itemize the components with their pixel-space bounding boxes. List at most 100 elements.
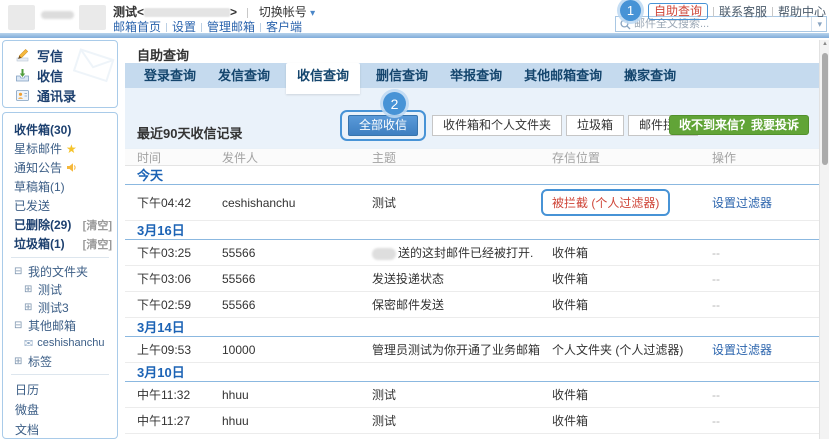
tree-collapse-icon[interactable]: ⊟ — [14, 320, 24, 331]
divider — [11, 257, 109, 258]
sidebar-folder-deleted[interactable]: 已删除(29) [清空] — [3, 215, 117, 234]
cell-time: 下午03:06 — [137, 270, 222, 287]
filter-inbox-personal-button[interactable]: 收件箱和个人文件夹 — [432, 115, 562, 136]
top-nav: 自助查询 联系客服 帮助中心 退出 — [648, 3, 829, 20]
tree-label: 我的文件夹 — [28, 263, 88, 280]
annotation-step-2: 2 — [383, 92, 406, 115]
tree-collapse-icon[interactable]: ⊟ — [14, 266, 24, 277]
cell-subject: 测试 — [372, 412, 552, 429]
sidebar-item-compose[interactable]: 写信 — [3, 45, 117, 65]
vertical-scrollbar[interactable]: ▲ — [819, 40, 829, 439]
cell-location: 个人文件夹 (个人过滤器) — [552, 341, 712, 358]
sidebar-tool-docs[interactable]: 文档 — [3, 419, 117, 439]
tree-label: ceshishanchu — [37, 337, 104, 349]
divider — [713, 7, 714, 17]
cell-sender: ceshishanchu — [222, 196, 372, 210]
sidebar-tree-my-folders[interactable]: ⊟ 我的文件夹 — [3, 262, 117, 280]
sidebar-folder-announcements[interactable]: 通知公告 — [3, 158, 117, 177]
sidebar-folder-starred[interactable]: 星标邮件 ★ — [3, 139, 117, 158]
link-settings[interactable]: 设置 — [172, 20, 196, 34]
sidebar-compose-panel: 写信 收信 通讯录 — [2, 40, 118, 108]
cell-subject: 送的这封邮件已经被打开. — [372, 244, 552, 261]
cell-subject: 测试 — [372, 386, 552, 403]
tree-expand-icon[interactable]: ⊞ — [14, 356, 24, 367]
tab-login-query[interactable]: 登录查询 — [133, 63, 207, 88]
switch-account-link[interactable]: 切换帐号 — [259, 5, 307, 19]
sidebar-tree-other-mailboxes[interactable]: ⊟ 其他邮箱 — [3, 316, 117, 334]
sidebar-tree-ceshishanchu[interactable]: ✉ ceshishanchu — [3, 334, 117, 352]
sidebar-folder-spam[interactable]: 垃圾箱(1) [清空] — [3, 234, 117, 253]
sidebar-folder-drafts[interactable]: 草稿箱(1) — [3, 177, 117, 196]
cell-location: 收件箱 — [552, 386, 712, 403]
contacts-icon — [15, 88, 30, 103]
divider — [260, 23, 261, 32]
cell-time: 下午03:25 — [137, 244, 222, 261]
account-name: 测试< — [113, 5, 144, 19]
tool-label: 日历 — [15, 381, 39, 398]
col-location: 存信位置 — [552, 149, 712, 166]
divider — [11, 374, 109, 375]
tab-other-mailbox-query[interactable]: 其他邮箱查询 — [513, 63, 613, 88]
page-title: 自助查询 — [137, 45, 189, 64]
link-mail-home[interactable]: 邮箱首页 — [113, 20, 161, 34]
tree-expand-icon[interactable]: ⊞ — [24, 284, 34, 295]
folder-label: 垃圾箱(1) — [14, 235, 65, 252]
sidebar-tree-test3[interactable]: ⊞ 测试3 — [3, 298, 117, 316]
nav-self-query-highlighted[interactable]: 自助查询 — [648, 3, 708, 20]
scroll-up-icon[interactable]: ▲ — [820, 41, 829, 47]
nav-help-center[interactable]: 帮助中心 — [778, 3, 826, 20]
pencil-icon — [15, 48, 30, 63]
empty-deleted-link[interactable]: [清空] — [83, 217, 112, 233]
table-row: 中午11:27 hhuu 测试 收件箱 -- — [125, 408, 819, 434]
tab-delete-query[interactable]: 删信查询 — [365, 63, 439, 88]
link-client[interactable]: 客户端 — [266, 20, 302, 34]
tree-label: 测试3 — [38, 299, 69, 316]
tab-report-query[interactable]: 举报查询 — [439, 63, 513, 88]
cell-sender: hhuu — [222, 388, 372, 402]
tab-migration-query[interactable]: 搬家查询 — [613, 63, 687, 88]
filter-spam-button[interactable]: 垃圾箱 — [566, 115, 624, 136]
sidebar-tool-calendar[interactable]: 日历 — [3, 379, 117, 399]
col-action: 操作 — [712, 149, 819, 166]
date-group-mar10: 3月10日 — [125, 363, 819, 382]
chevron-down-icon[interactable]: ▾ — [310, 8, 315, 19]
tool-label: 微盘 — [15, 401, 39, 418]
logo-text-redacted — [41, 11, 74, 19]
link-manage-mailbox[interactable]: 管理邮箱 — [207, 20, 255, 34]
cell-sender: 55566 — [222, 298, 372, 312]
folder-label: 已发送 — [14, 197, 50, 214]
tree-label: 测试 — [38, 281, 62, 298]
filter-all-mail-button[interactable]: 全部收信 — [348, 115, 418, 136]
nav-contact-support[interactable]: 联系客服 — [719, 3, 767, 20]
sidebar-tool-drive[interactable]: 微盘 — [3, 399, 117, 419]
sidebar-tree-tags[interactable]: ⊞ 标签 — [3, 352, 117, 370]
cell-subject: 测试 — [372, 194, 552, 211]
folder-label: 已删除(29) — [14, 216, 71, 233]
receive-label: 收信 — [37, 66, 63, 85]
cell-sender: hhuu — [222, 414, 372, 428]
empty-spam-link[interactable]: [清空] — [83, 236, 112, 252]
sidebar-tree-test[interactable]: ⊞ 测试 — [3, 280, 117, 298]
col-subject: 主题 — [372, 149, 552, 166]
col-time: 时间 — [137, 149, 222, 166]
account-name-suffix: > — [230, 5, 237, 19]
sidebar-item-receive[interactable]: 收信 — [3, 65, 117, 85]
scrollbar-thumb[interactable] — [822, 53, 828, 165]
cell-time: 下午02:59 — [137, 296, 222, 313]
cell-subject: 管理员测试为你开通了业务邮箱 — [372, 341, 552, 358]
sidebar-item-contacts[interactable]: 通讯录 — [3, 85, 117, 105]
tab-send-query[interactable]: 发信查询 — [207, 63, 281, 88]
tab-receive-query[interactable]: 收信查询 — [286, 63, 360, 94]
set-filter-link[interactable]: 设置过滤器 — [712, 194, 819, 211]
cell-action-none: -- — [712, 388, 819, 402]
cell-action-none: -- — [712, 298, 819, 312]
set-filter-link[interactable]: 设置过滤器 — [712, 341, 819, 358]
complaint-button[interactable]: 收不到来信？我要投诉 — [669, 115, 809, 135]
tree-label: 标签 — [28, 353, 52, 370]
folder-label: 通知公告 — [14, 159, 62, 176]
tree-label: 其他邮箱 — [28, 317, 76, 334]
sidebar-folder-inbox[interactable]: 收件箱(30) — [3, 120, 117, 139]
subject-text: 送的这封邮件已经被打开. — [398, 246, 533, 260]
tree-expand-icon[interactable]: ⊞ — [24, 302, 34, 313]
sidebar-folder-sent[interactable]: 已发送 — [3, 196, 117, 215]
